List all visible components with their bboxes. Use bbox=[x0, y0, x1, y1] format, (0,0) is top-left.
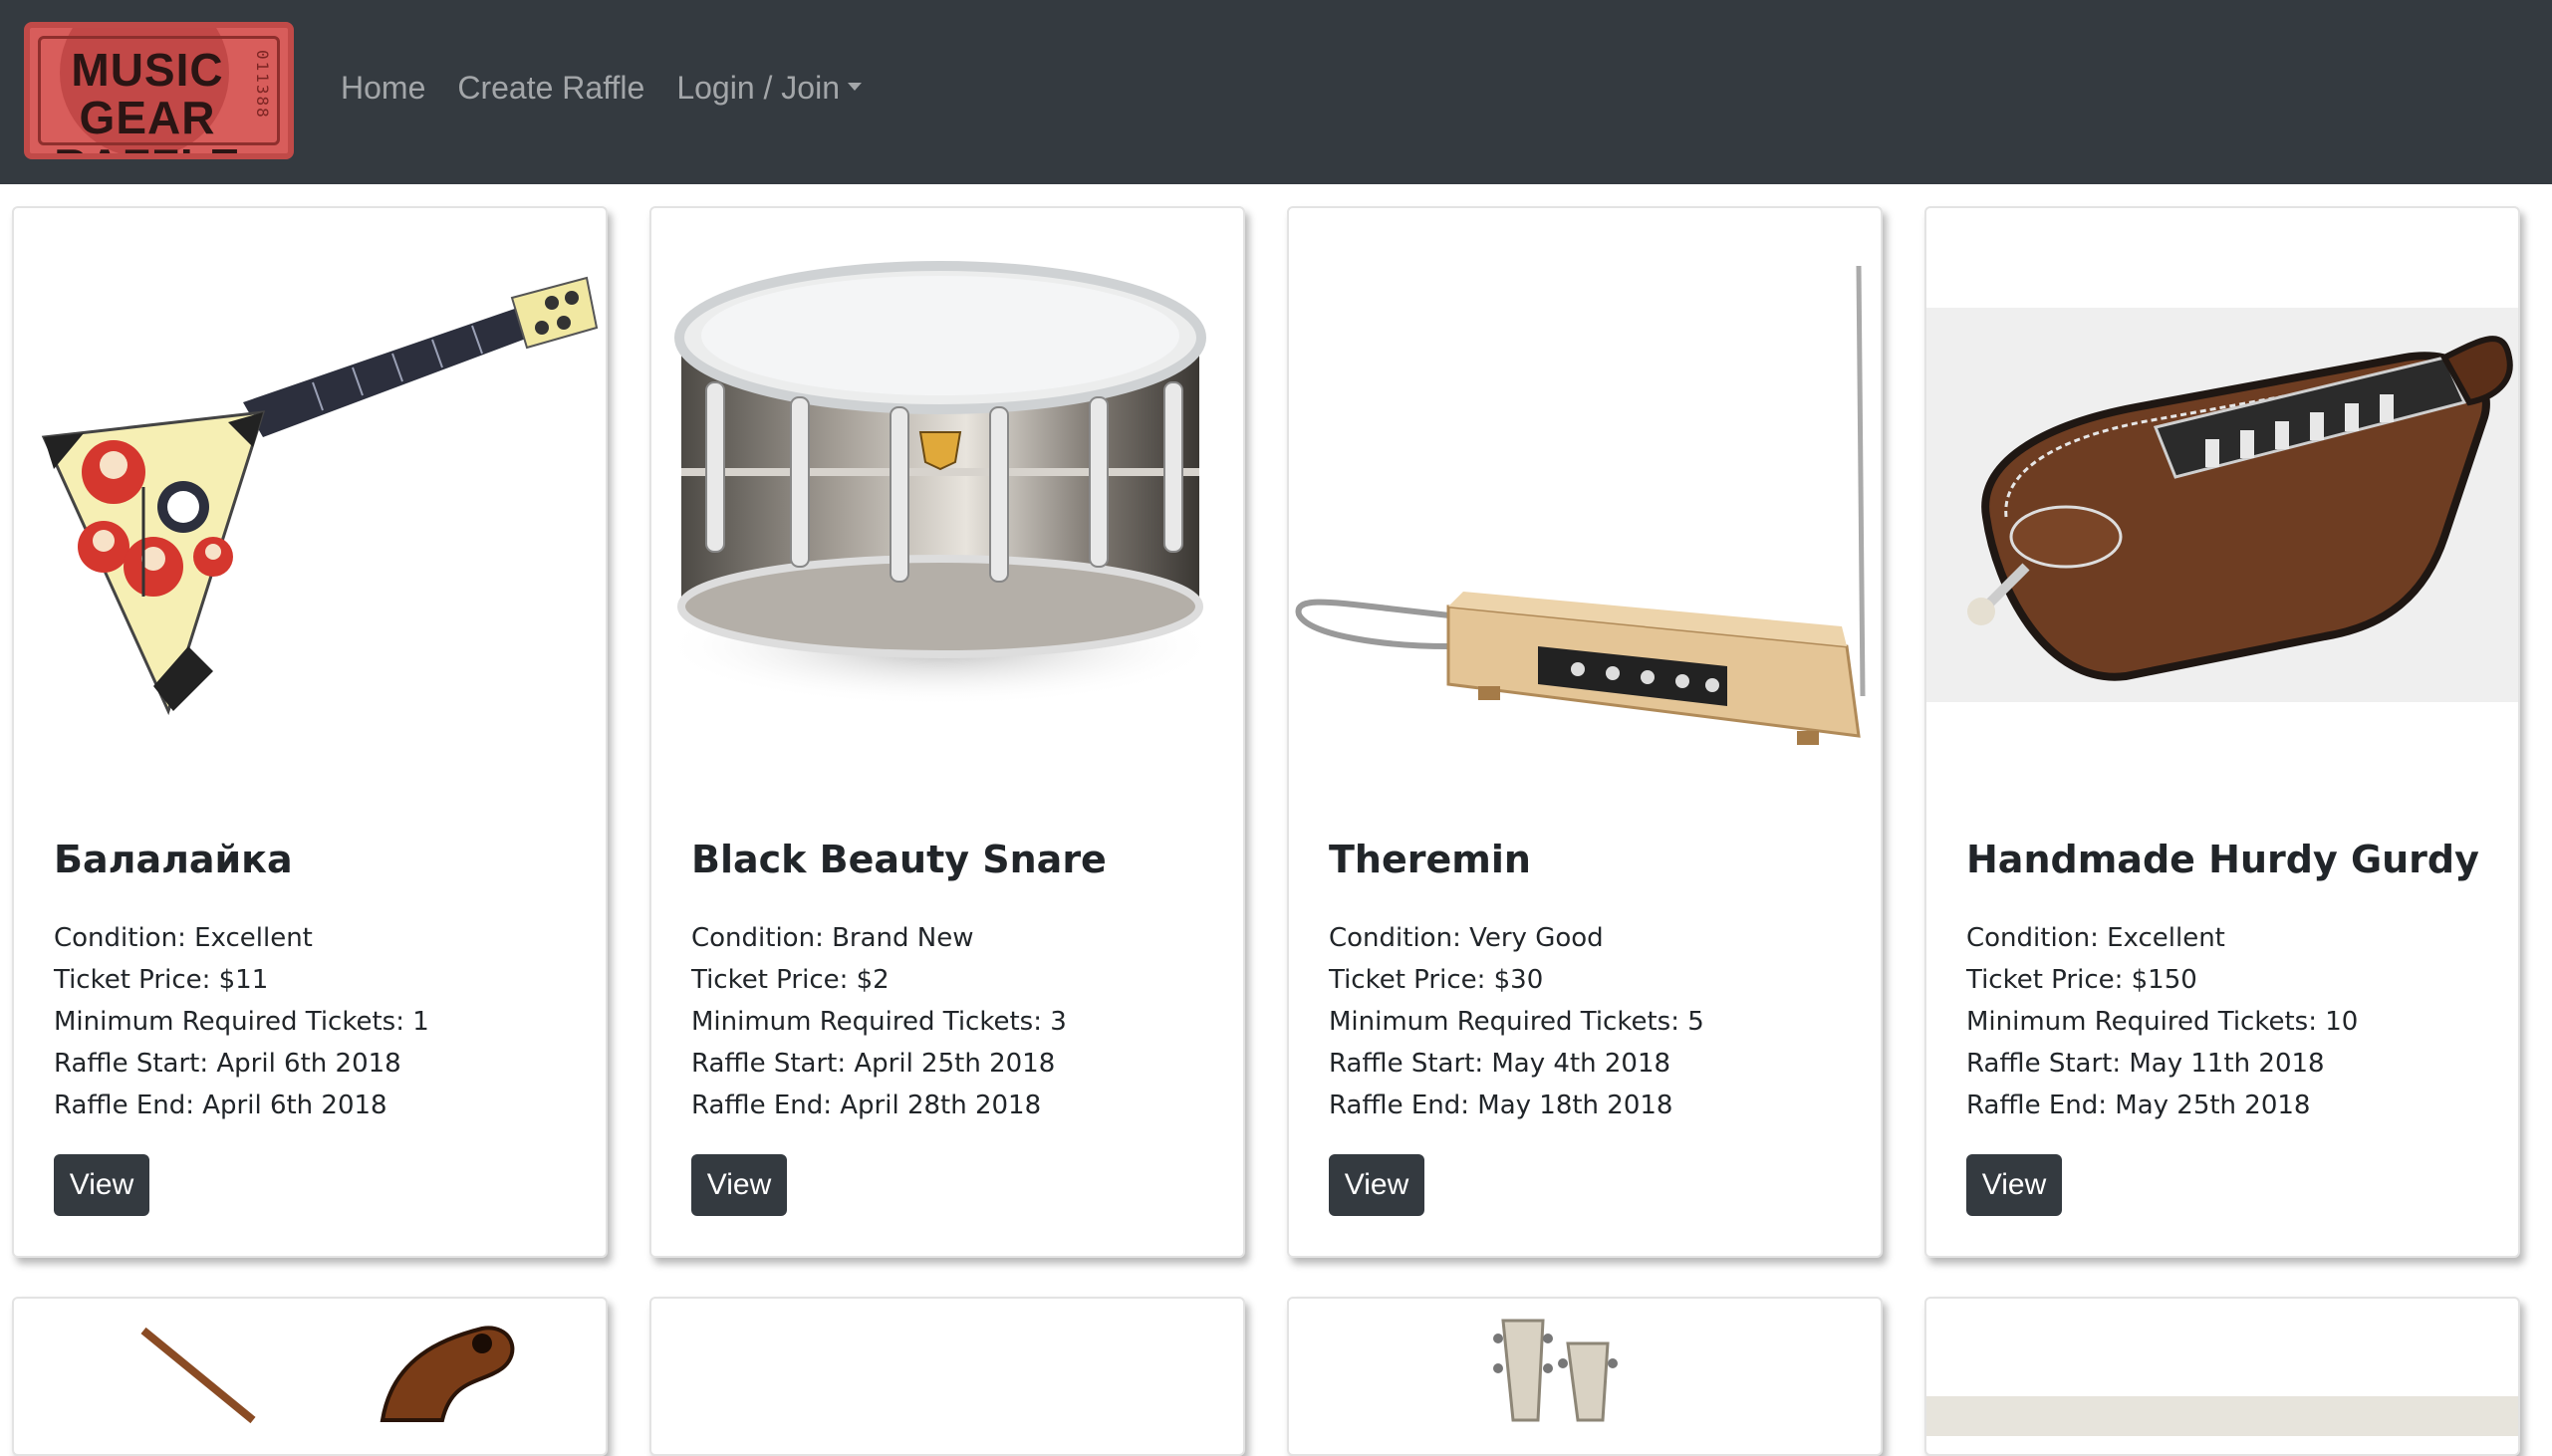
raffle-card-partial bbox=[1287, 1297, 1883, 1456]
violin-image bbox=[140, 1326, 515, 1424]
raffle-title: Handmade Hurdy Gurdy bbox=[1966, 838, 2479, 881]
view-button[interactable]: View bbox=[691, 1154, 787, 1216]
nav-home-link[interactable]: Home bbox=[341, 70, 425, 107]
raffle-end: Raffle End: April 28th 2018 bbox=[691, 1091, 1042, 1120]
nav-login-join-dropdown[interactable]: Login / Join bbox=[676, 70, 862, 107]
raffle-details: Condition: Excellent Ticket Price: $11 M… bbox=[54, 917, 429, 1126]
logo-text-line1: MUSIC GEAR bbox=[71, 44, 224, 143]
raffle-card-partial bbox=[12, 1297, 608, 1456]
raffle-title: Theremin bbox=[1329, 838, 1531, 881]
raffle-title: Балалайка bbox=[54, 838, 293, 881]
raffle-min-tickets: Minimum Required Tickets: 1 bbox=[54, 1007, 429, 1037]
raffle-end: Raffle End: May 25th 2018 bbox=[1966, 1091, 2311, 1120]
view-button[interactable]: View bbox=[1329, 1154, 1424, 1216]
nav-login-join-label: Login / Join bbox=[676, 70, 840, 106]
theremin-image bbox=[1289, 208, 1881, 766]
chevron-down-icon bbox=[847, 82, 862, 91]
site-logo[interactable]: MUSIC GEAR RAFFLE 011388 bbox=[24, 22, 294, 159]
raffle-min-tickets: Minimum Required Tickets: 3 bbox=[691, 1007, 1067, 1037]
raffle-ticket-price: Ticket Price: $2 bbox=[691, 965, 890, 995]
raffle-start: Raffle Start: May 4th 2018 bbox=[1329, 1049, 1671, 1079]
raffle-ticket-price: Ticket Price: $30 bbox=[1329, 965, 1544, 995]
raffle-min-tickets: Minimum Required Tickets: 5 bbox=[1329, 1007, 1704, 1037]
raffle-condition: Condition: Brand New bbox=[691, 923, 974, 953]
raffle-condition: Condition: Excellent bbox=[1966, 923, 2225, 953]
raffle-card: Handmade Hurdy Gurdy Condition: Excellen… bbox=[1924, 206, 2520, 1258]
logo-text: MUSIC GEAR RAFFLE bbox=[48, 44, 247, 153]
logo-serial-number: 011388 bbox=[253, 50, 272, 120]
raffle-card-partial bbox=[1924, 1297, 2520, 1456]
nav-create-raffle-link[interactable]: Create Raffle bbox=[457, 70, 644, 107]
view-button[interactable]: View bbox=[54, 1154, 149, 1216]
raffle-card: Theremin Condition: Very Good Ticket Pri… bbox=[1287, 206, 1883, 1258]
view-button[interactable]: View bbox=[1966, 1154, 2062, 1216]
raffle-end: Raffle End: April 6th 2018 bbox=[54, 1091, 387, 1120]
snare-drum-image bbox=[651, 208, 1243, 766]
guitar-headstock-image bbox=[1493, 1319, 1618, 1422]
raffle-ticket-price: Ticket Price: $11 bbox=[54, 965, 269, 995]
raffle-condition: Condition: Excellent bbox=[54, 923, 313, 953]
image-top-edge bbox=[1926, 1396, 2518, 1436]
raffle-end: Raffle End: May 18th 2018 bbox=[1329, 1091, 1673, 1120]
raffle-condition: Condition: Very Good bbox=[1329, 923, 1604, 953]
raffle-min-tickets: Minimum Required Tickets: 10 bbox=[1966, 1007, 2359, 1037]
raffle-ticket-price: Ticket Price: $150 bbox=[1966, 965, 2197, 995]
balalaika-image bbox=[14, 208, 606, 766]
raffle-start: Raffle Start: May 11th 2018 bbox=[1966, 1049, 2325, 1079]
hurdy-gurdy-image bbox=[1926, 208, 2518, 766]
raffle-start: Raffle Start: April 25th 2018 bbox=[691, 1049, 1056, 1079]
logo-text-line2: RAFFLE bbox=[48, 141, 247, 153]
raffle-title: Black Beauty Snare bbox=[691, 838, 1107, 881]
raffle-card-partial bbox=[649, 1297, 1245, 1456]
raffle-card: Black Beauty Snare Condition: Brand New … bbox=[649, 206, 1245, 1258]
raffle-card: Балалайка Condition: Excellent Ticket Pr… bbox=[12, 206, 608, 1258]
raffle-details: Condition: Very Good Ticket Price: $30 M… bbox=[1329, 917, 1704, 1126]
raffle-details: Condition: Brand New Ticket Price: $2 Mi… bbox=[691, 917, 1067, 1126]
raffle-details: Condition: Excellent Ticket Price: $150 … bbox=[1966, 917, 2358, 1126]
top-navbar: MUSIC GEAR RAFFLE 011388 Home Create Raf… bbox=[0, 0, 2552, 184]
raffle-start: Raffle Start: April 6th 2018 bbox=[54, 1049, 401, 1079]
nav-links: Home Create Raffle Login / Join bbox=[341, 70, 862, 107]
